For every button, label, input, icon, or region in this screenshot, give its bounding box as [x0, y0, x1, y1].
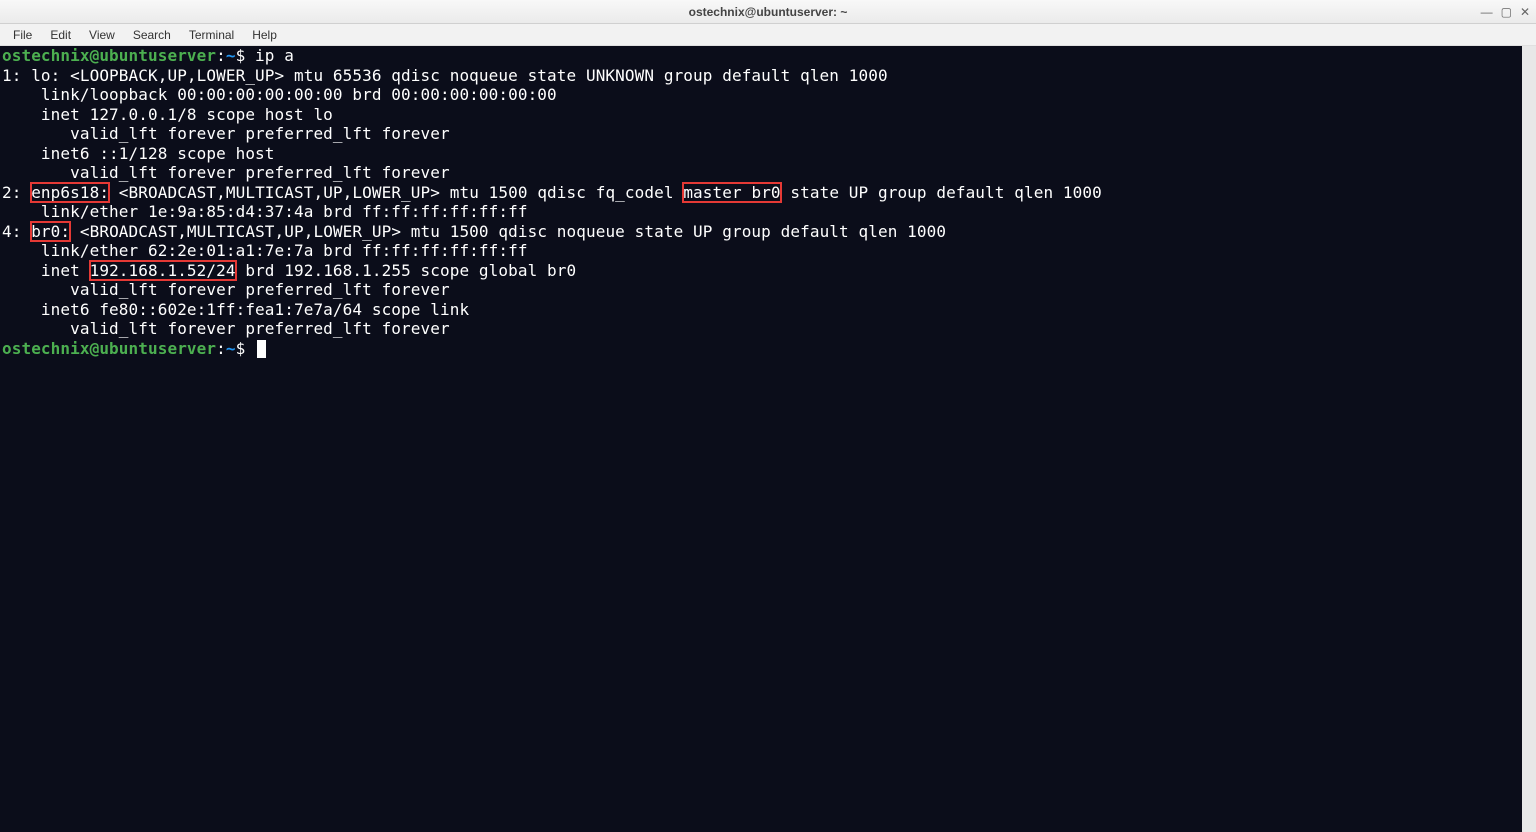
output-text: <BROADCAST,MULTICAST,UP,LOWER_UP> mtu 15… — [70, 222, 946, 241]
output-line: valid_lft forever preferred_lft forever — [2, 124, 1520, 144]
prompt-path: ~ — [226, 46, 236, 65]
menu-help[interactable]: Help — [243, 26, 286, 44]
prompt-colon: : — [216, 339, 226, 358]
window-titlebar: ostechnix@ubuntuserver: ~ — ▢ ✕ — [0, 0, 1536, 24]
highlight-ip-address: 192.168.1.52/24 — [90, 261, 236, 280]
prompt-colon: : — [216, 46, 226, 65]
highlight-interface-enp6s18: enp6s18: — [31, 183, 109, 202]
menu-search[interactable]: Search — [124, 26, 180, 44]
output-text: inet — [2, 261, 90, 280]
output-line: 1: lo: <LOOPBACK,UP,LOWER_UP> mtu 65536 … — [2, 66, 1520, 86]
highlight-master-br0: master br0 — [683, 183, 780, 202]
terminal-output[interactable]: ostechnix@ubuntuserver:~$ ip a1: lo: <LO… — [0, 46, 1522, 832]
menu-view[interactable]: View — [80, 26, 124, 44]
output-text: 2: — [2, 183, 31, 202]
output-line: valid_lft forever preferred_lft forever — [2, 280, 1520, 300]
terminal-container[interactable]: ostechnix@ubuntuserver:~$ ip a1: lo: <LO… — [0, 46, 1536, 832]
menu-file[interactable]: File — [4, 26, 41, 44]
output-line: link/ether 1e:9a:85:d4:37:4a brd ff:ff:f… — [2, 202, 1520, 222]
output-line: valid_lft forever preferred_lft forever — [2, 319, 1520, 339]
prompt-dollar: $ — [236, 46, 246, 65]
menubar: File Edit View Search Terminal Help — [0, 24, 1536, 46]
window-title: ostechnix@ubuntuserver: ~ — [689, 5, 848, 19]
scrollbar[interactable] — [1522, 46, 1536, 832]
prompt-path: ~ — [226, 339, 236, 358]
window-controls: — ▢ ✕ — [1481, 0, 1530, 23]
output-line: inet 192.168.1.52/24 brd 192.168.1.255 s… — [2, 261, 1520, 281]
highlight-interface-br0: br0: — [31, 222, 70, 241]
output-text: state UP group default qlen 1000 — [781, 183, 1102, 202]
output-line: inet 127.0.0.1/8 scope host lo — [2, 105, 1520, 125]
output-line: valid_lft forever preferred_lft forever — [2, 163, 1520, 183]
minimize-button[interactable]: — — [1481, 6, 1493, 18]
close-button[interactable]: ✕ — [1520, 6, 1530, 18]
output-text: 4: — [2, 222, 31, 241]
output-text: <BROADCAST,MULTICAST,UP,LOWER_UP> mtu 15… — [109, 183, 683, 202]
prompt-userhost: ostechnix@ubuntuserver — [2, 46, 216, 65]
output-line: 2: enp6s18: <BROADCAST,MULTICAST,UP,LOWE… — [2, 183, 1520, 203]
output-line: inet6 ::1/128 scope host — [2, 144, 1520, 164]
menu-edit[interactable]: Edit — [41, 26, 80, 44]
output-line: link/loopback 00:00:00:00:00:00 brd 00:0… — [2, 85, 1520, 105]
output-line: inet6 fe80::602e:1ff:fea1:7e7a/64 scope … — [2, 300, 1520, 320]
output-text: brd 192.168.1.255 scope global br0 — [236, 261, 577, 280]
cursor — [257, 340, 266, 358]
prompt-line: ostechnix@ubuntuserver:~$ — [2, 339, 1520, 359]
output-line: link/ether 62:2e:01:a1:7e:7a brd ff:ff:f… — [2, 241, 1520, 261]
output-line: 4: br0: <BROADCAST,MULTICAST,UP,LOWER_UP… — [2, 222, 1520, 242]
menu-terminal[interactable]: Terminal — [180, 26, 243, 44]
prompt-userhost: ostechnix@ubuntuserver — [2, 339, 216, 358]
prompt-dollar: $ — [236, 339, 246, 358]
maximize-button[interactable]: ▢ — [1501, 6, 1512, 18]
command-text: ip a — [245, 46, 294, 65]
prompt-line: ostechnix@ubuntuserver:~$ ip a — [2, 46, 1520, 66]
